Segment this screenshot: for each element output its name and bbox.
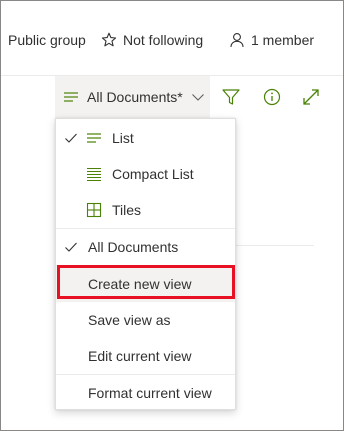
checkmark-icon — [64, 240, 78, 254]
chevron-down-icon — [191, 90, 205, 104]
menu-item-format-current-view[interactable]: Format current view — [56, 375, 235, 411]
menu-item-label: Format current view — [88, 385, 212, 401]
expand-icon — [301, 87, 321, 107]
menu-item-label: List — [112, 130, 134, 146]
star-icon — [101, 32, 117, 48]
menu-item-label: Compact List — [112, 166, 194, 182]
menu-item-label: Edit current view — [88, 348, 192, 364]
view-switcher-button[interactable]: All Documents* — [55, 76, 210, 118]
person-icon — [229, 32, 245, 48]
menu-item-list[interactable]: List — [56, 120, 235, 156]
menu-item-all-documents[interactable]: All Documents — [56, 229, 235, 265]
background-divider — [236, 245, 314, 246]
follow-text: Not following — [123, 32, 204, 48]
info-icon — [262, 87, 282, 107]
menu-item-label: Create new view — [88, 276, 192, 292]
menu-item-label: Save view as — [88, 312, 171, 328]
view-switcher-label: All Documents* — [87, 89, 183, 105]
info-button[interactable] — [262, 87, 282, 107]
filter-icon — [221, 87, 241, 107]
menu-item-save-view-as[interactable]: Save view as — [56, 302, 235, 338]
follow-button[interactable]: Not following — [101, 30, 203, 50]
menu-item-create-new-view[interactable]: Create new view — [56, 266, 235, 302]
compact-list-icon — [86, 166, 102, 182]
menu-item-label: All Documents — [88, 239, 179, 255]
privacy-text: Public group — [8, 32, 86, 48]
menu-item-edit-current-view[interactable]: Edit current view — [56, 338, 235, 374]
menu-item-tiles[interactable]: Tiles — [56, 192, 235, 228]
list-icon — [86, 130, 102, 146]
checkmark-icon — [64, 131, 78, 145]
tiles-icon — [86, 202, 102, 218]
menu-item-compact-list[interactable]: Compact List — [56, 156, 235, 192]
list-icon — [63, 89, 79, 105]
view-options-menu: List Compact List Tiles All Documents Cr… — [55, 118, 236, 410]
members-button[interactable]: 1 member — [229, 30, 314, 50]
members-text: 1 member — [251, 32, 315, 48]
group-header: Public group Not following 1 member — [0, 0, 344, 76]
expand-button[interactable] — [301, 87, 321, 107]
privacy-label: Public group — [8, 30, 86, 50]
menu-item-label: Tiles — [112, 202, 142, 218]
filter-button[interactable] — [221, 87, 241, 107]
